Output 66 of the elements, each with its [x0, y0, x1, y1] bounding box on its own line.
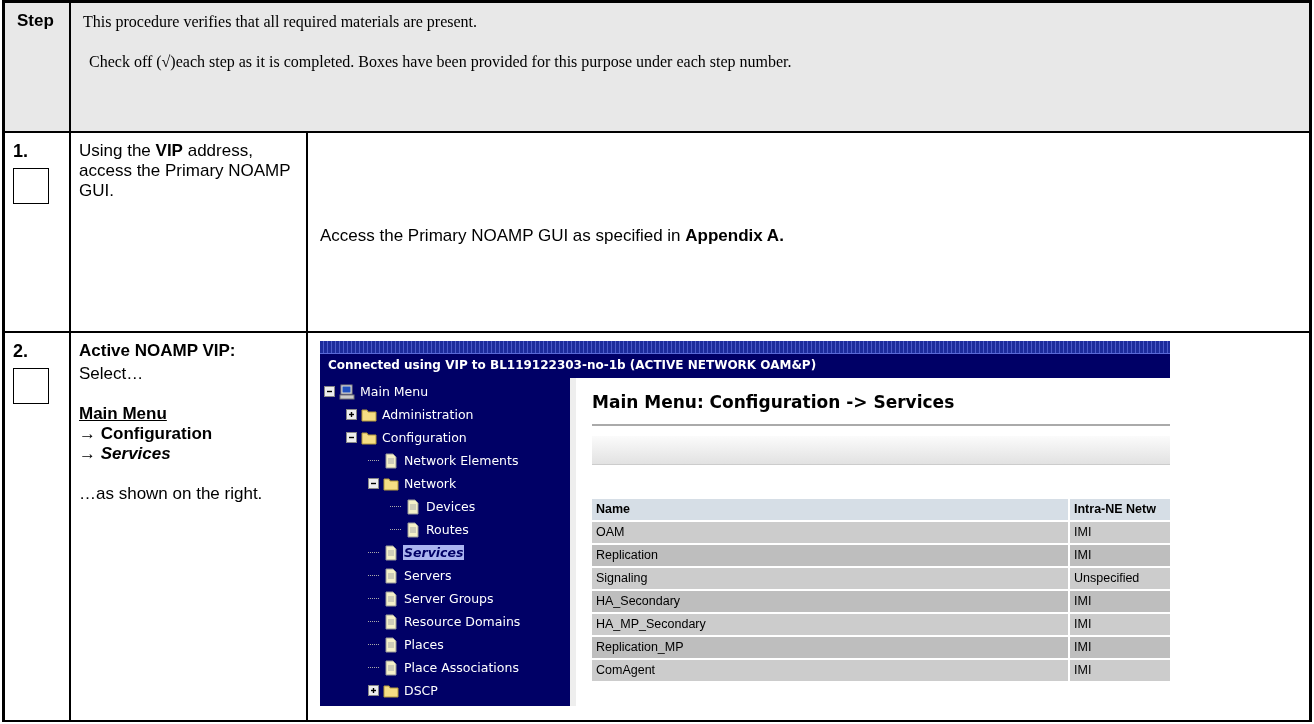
table-cell: HA_MP_Secondary: [592, 614, 1068, 635]
expand-icon[interactable]: [368, 685, 379, 696]
collapse-icon[interactable]: [346, 432, 357, 443]
expand-icon[interactable]: [346, 409, 357, 420]
collapse-icon[interactable]: [324, 386, 335, 397]
table-cell: IMI: [1070, 522, 1170, 543]
step-heading: Step: [17, 11, 54, 31]
step-checkbox[interactable]: [13, 368, 49, 404]
menu-item[interactable]: Services: [403, 545, 465, 560]
computer-icon: [339, 383, 355, 400]
intro-paragraph: Check off (√)each step as it is completed. Boxes have been provided for this purpose under each step number.: [88, 53, 792, 71]
menu-item[interactable]: Places: [403, 637, 445, 652]
document-icon: [383, 567, 399, 584]
document-icon: [383, 636, 399, 653]
document-icon: [383, 590, 399, 607]
instruction-text: Select…: [79, 364, 144, 384]
instruction-text[interactable]: Main Menu: [79, 404, 167, 424]
document-icon: [383, 452, 399, 469]
folder-icon: [361, 429, 377, 446]
document-icon: [405, 521, 421, 538]
menu-item[interactable]: Resource Domains: [403, 614, 522, 629]
instruction-text: Access the Primary NOAMP GUI as specified in Appendix A.: [320, 226, 784, 246]
menu-item[interactable]: Main Menu: [359, 384, 430, 399]
menu-item[interactable]: Routes: [425, 522, 470, 537]
intro-paragraph: This procedure verifies that all required materials are present.: [83, 13, 479, 31]
instruction-text: Active NOAMP VIP:: [79, 341, 236, 361]
table-cell: Unspecified: [1070, 568, 1170, 589]
folder-icon: [361, 406, 377, 423]
column-header: Name: [592, 499, 1068, 520]
menu-item[interactable]: Configuration: [381, 430, 468, 445]
connection-banner: Connected using VIP to BL119122303-no-1b (ACTIVE NETWORK OAM&P): [320, 354, 1170, 378]
document-icon: [405, 498, 421, 515]
menu-item[interactable]: Server Groups: [403, 591, 495, 606]
step-number: 2.: [13, 341, 28, 362]
folder-icon: [383, 475, 399, 492]
menu-item[interactable]: Servers: [403, 568, 453, 583]
step-number: 1.: [13, 141, 28, 162]
collapse-icon[interactable]: [368, 478, 379, 489]
instruction-text: …as shown on the right.: [79, 484, 263, 504]
column-header: Intra-NE Netw: [1070, 499, 1170, 520]
menu-item[interactable]: Devices: [425, 499, 477, 514]
table-cell: ComAgent: [592, 660, 1068, 681]
menu-item[interactable]: Administration: [381, 407, 475, 422]
menu-item[interactable]: Place Associations: [403, 660, 520, 675]
instruction-text: → Services: [79, 444, 171, 464]
table-cell: IMI: [1070, 660, 1170, 681]
instruction-text: → Configuration: [79, 424, 213, 444]
table-cell: IMI: [1070, 637, 1170, 658]
table-cell: HA_Secondary: [592, 591, 1068, 612]
table-cell: IMI: [1070, 614, 1170, 635]
menu-item[interactable]: DSCP: [403, 683, 439, 698]
instruction-text: Using the VIP address, access the Primary NOAMP GUI.: [79, 141, 292, 201]
page-title: Main Menu: Configuration -> Services: [592, 392, 1170, 426]
document-icon: [383, 544, 399, 561]
menu-item[interactable]: Network: [403, 476, 458, 491]
table-cell: IMI: [1070, 591, 1170, 612]
menu-item[interactable]: Network Elements: [403, 453, 520, 468]
table-cell: OAM: [592, 522, 1068, 543]
document-icon: [383, 659, 399, 676]
table-cell: IMI: [1070, 545, 1170, 566]
step-checkbox[interactable]: [13, 168, 49, 204]
folder-icon: [383, 682, 399, 699]
table-cell: Signaling: [592, 568, 1068, 589]
table-cell: Replication_MP: [592, 637, 1068, 658]
table-cell: Replication: [592, 545, 1068, 566]
document-icon: [383, 613, 399, 630]
